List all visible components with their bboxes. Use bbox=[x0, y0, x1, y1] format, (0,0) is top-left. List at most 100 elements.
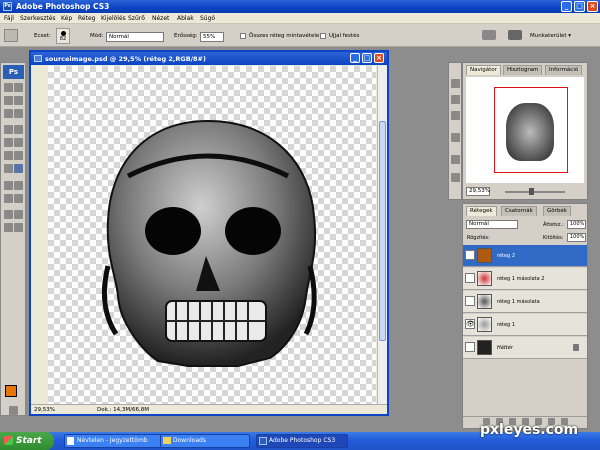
brush-label: Ecset: bbox=[34, 33, 51, 39]
hand-tool-icon[interactable] bbox=[4, 223, 13, 232]
panel-dock-strip bbox=[448, 62, 462, 200]
tab-channels[interactable]: Csatornák bbox=[501, 206, 537, 216]
shape-tool-icon[interactable] bbox=[14, 194, 23, 203]
menu-window[interactable]: Ablak bbox=[177, 15, 194, 22]
move-tool-icon[interactable] bbox=[4, 83, 13, 92]
layer-name[interactable]: réteg 1 bbox=[497, 322, 515, 328]
minimize-button[interactable]: _ bbox=[561, 1, 572, 12]
quick-mask-icon[interactable] bbox=[9, 406, 18, 415]
menu-image[interactable]: Kép bbox=[61, 15, 72, 22]
visibility-toggle[interactable] bbox=[465, 273, 475, 283]
magic-wand-tool-icon[interactable] bbox=[14, 96, 23, 105]
fill-input[interactable]: 100% bbox=[567, 233, 586, 242]
maximize-button[interactable]: □ bbox=[574, 1, 585, 12]
brush-size-value: 82 bbox=[59, 36, 67, 42]
doc-zoom-value[interactable]: 29,53% bbox=[34, 407, 55, 413]
layer-name[interactable]: réteg 2 bbox=[497, 253, 515, 259]
crop-tool-icon[interactable] bbox=[4, 109, 13, 118]
eraser-tool-icon[interactable] bbox=[4, 151, 13, 160]
layer-row-reteg-2[interactable]: réteg 2 bbox=[463, 245, 587, 267]
workspace-menu[interactable]: Munkaterület ▾ bbox=[530, 33, 571, 39]
blend-mode-select[interactable]: Normál bbox=[466, 220, 518, 229]
lasso-tool-icon[interactable] bbox=[4, 96, 13, 105]
image-canvas[interactable] bbox=[48, 66, 376, 405]
layer-row-reteg-1-masolata[interactable]: réteg 1 másolata bbox=[463, 291, 587, 313]
photoshop-task-icon bbox=[259, 437, 267, 445]
finger-painting-checkbox[interactable] bbox=[320, 33, 326, 39]
tab-curves[interactable]: Görbék bbox=[543, 206, 571, 216]
menu-file[interactable]: Fájl bbox=[4, 15, 14, 22]
task-downloads[interactable]: Downloads bbox=[160, 434, 250, 448]
tab-navigator[interactable]: Navigátor bbox=[466, 65, 501, 75]
history-dock-icon[interactable] bbox=[451, 95, 460, 104]
clone-stamp-tool-icon[interactable] bbox=[4, 138, 13, 147]
eye-icon[interactable]: 👁 bbox=[465, 319, 475, 329]
smudge-tool-icon[interactable] bbox=[4, 29, 18, 42]
tab-layers[interactable]: Rétegek bbox=[466, 206, 497, 216]
blur-tool-icon[interactable] bbox=[4, 164, 13, 173]
tools-dock-icon[interactable] bbox=[451, 133, 460, 142]
tab-histogram[interactable]: Hisztogram bbox=[503, 65, 543, 75]
notes-tool-icon[interactable] bbox=[4, 210, 13, 219]
layer-name[interactable]: Háttér bbox=[497, 345, 513, 351]
gradient-tool-icon[interactable] bbox=[14, 151, 23, 160]
layer-row-reteg-1[interactable]: 👁 réteg 1 bbox=[463, 314, 587, 336]
pen-tool-icon[interactable] bbox=[4, 181, 13, 190]
menu-select[interactable]: Kijelölés bbox=[101, 15, 126, 22]
layer-name[interactable]: réteg 1 másolata 2 bbox=[497, 276, 544, 282]
layer-row-hatter[interactable]: Háttér bbox=[463, 337, 587, 359]
visibility-toggle[interactable] bbox=[465, 250, 475, 260]
visibility-toggle[interactable] bbox=[465, 342, 475, 352]
foreground-color-swatch[interactable] bbox=[5, 385, 17, 397]
start-button[interactable]: Start bbox=[0, 432, 54, 450]
layer-name[interactable]: réteg 1 másolata bbox=[497, 299, 540, 305]
eyedropper-tool-icon[interactable] bbox=[14, 210, 23, 219]
menu-layer[interactable]: Réteg bbox=[78, 15, 95, 22]
smudge-tool-active-icon[interactable] bbox=[14, 164, 23, 173]
task-photoshop-label: Adobe Photoshop CS3 bbox=[269, 437, 336, 444]
path-selection-tool-icon[interactable] bbox=[4, 194, 13, 203]
type-tool-icon[interactable] bbox=[14, 181, 23, 190]
scroll-thumb[interactable] bbox=[379, 121, 386, 341]
tab-info[interactable]: Információ bbox=[545, 65, 583, 75]
doc-size-info: Dok.: 14,3M/66,8M bbox=[97, 407, 149, 413]
task-notepad[interactable]: Névtelen - Jegyzettömb bbox=[64, 434, 162, 448]
brushes-dock-icon[interactable] bbox=[451, 111, 460, 120]
task-photoshop[interactable]: Adobe Photoshop CS3 bbox=[256, 434, 348, 448]
navigator-dock-icon[interactable] bbox=[451, 79, 460, 88]
slice-tool-icon[interactable] bbox=[14, 109, 23, 118]
brush-tool-icon[interactable] bbox=[14, 125, 23, 134]
navigator-zoom-input[interactable]: 29,53% bbox=[466, 187, 490, 196]
history-brush-tool-icon[interactable] bbox=[14, 138, 23, 147]
opacity-input[interactable]: 100% bbox=[567, 220, 586, 229]
layer-thumbnail bbox=[477, 340, 492, 355]
zoom-tool-icon[interactable] bbox=[14, 223, 23, 232]
paragraph-dock-icon[interactable] bbox=[451, 173, 460, 182]
menu-filter[interactable]: Szűrő bbox=[128, 15, 145, 22]
strength-input[interactable]: 55% bbox=[200, 32, 224, 42]
character-dock-icon[interactable] bbox=[451, 155, 460, 164]
brush-preset-picker[interactable]: 82 bbox=[56, 28, 70, 44]
finger-painting-label: Ujjal festés bbox=[329, 33, 360, 39]
healing-tool-icon[interactable] bbox=[4, 125, 13, 134]
doc-maximize-button[interactable]: □ bbox=[362, 53, 372, 63]
navigator-slider-handle[interactable] bbox=[529, 188, 534, 195]
close-button[interactable]: × bbox=[587, 1, 598, 12]
marquee-tool-icon[interactable] bbox=[14, 83, 23, 92]
mode-select[interactable]: Normál bbox=[106, 32, 164, 42]
menu-view[interactable]: Nézet bbox=[152, 15, 169, 22]
doc-minimize-button[interactable]: _ bbox=[350, 53, 360, 63]
camera-icon[interactable] bbox=[508, 30, 522, 40]
layers-list: réteg 2 réteg 1 másolata 2 réteg 1 másol… bbox=[463, 245, 587, 415]
menu-edit[interactable]: Szerkesztés bbox=[20, 15, 56, 22]
layer-thumbnail bbox=[477, 317, 492, 332]
layer-row-reteg-1-masolata-2[interactable]: réteg 1 másolata 2 bbox=[463, 268, 587, 290]
navigator-preview[interactable] bbox=[466, 77, 584, 183]
vertical-scrollbar[interactable] bbox=[377, 66, 387, 405]
palette-well-icon[interactable] bbox=[482, 30, 496, 40]
menu-help[interactable]: Súgó bbox=[200, 15, 215, 22]
navigator-zoom-slider[interactable] bbox=[505, 191, 565, 193]
all-layers-checkbox[interactable] bbox=[240, 33, 246, 39]
visibility-toggle[interactable] bbox=[465, 296, 475, 306]
doc-close-button[interactable]: × bbox=[374, 53, 384, 63]
